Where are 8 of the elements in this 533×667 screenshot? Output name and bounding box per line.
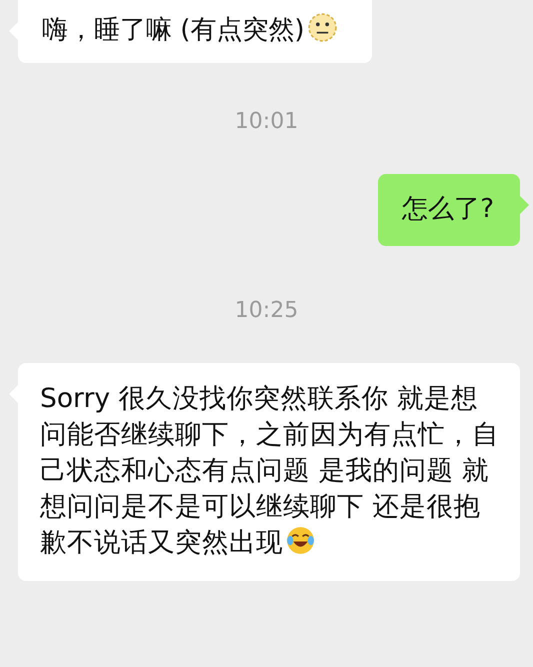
neutral-face-icon bbox=[306, 12, 338, 43]
message-time: 10:25 bbox=[234, 298, 300, 323]
laughing-face-icon bbox=[285, 525, 316, 556]
received-message: Sorry 很久没找你突然联系你 就是想问能否继续聊下，之前因为有点忙，自己状态和心态有点问题 是我的问题 就想问问是不是可以继续聊下 还是很抱歉不说话又突然出现 bbox=[18, 363, 520, 581]
sent-message: 怎么了? bbox=[378, 174, 520, 246]
bubble-tail bbox=[520, 196, 529, 214]
received-message: 嗨，睡了嘛 (有点突然) bbox=[18, 0, 372, 63]
message-time: 10:01 bbox=[234, 109, 300, 134]
